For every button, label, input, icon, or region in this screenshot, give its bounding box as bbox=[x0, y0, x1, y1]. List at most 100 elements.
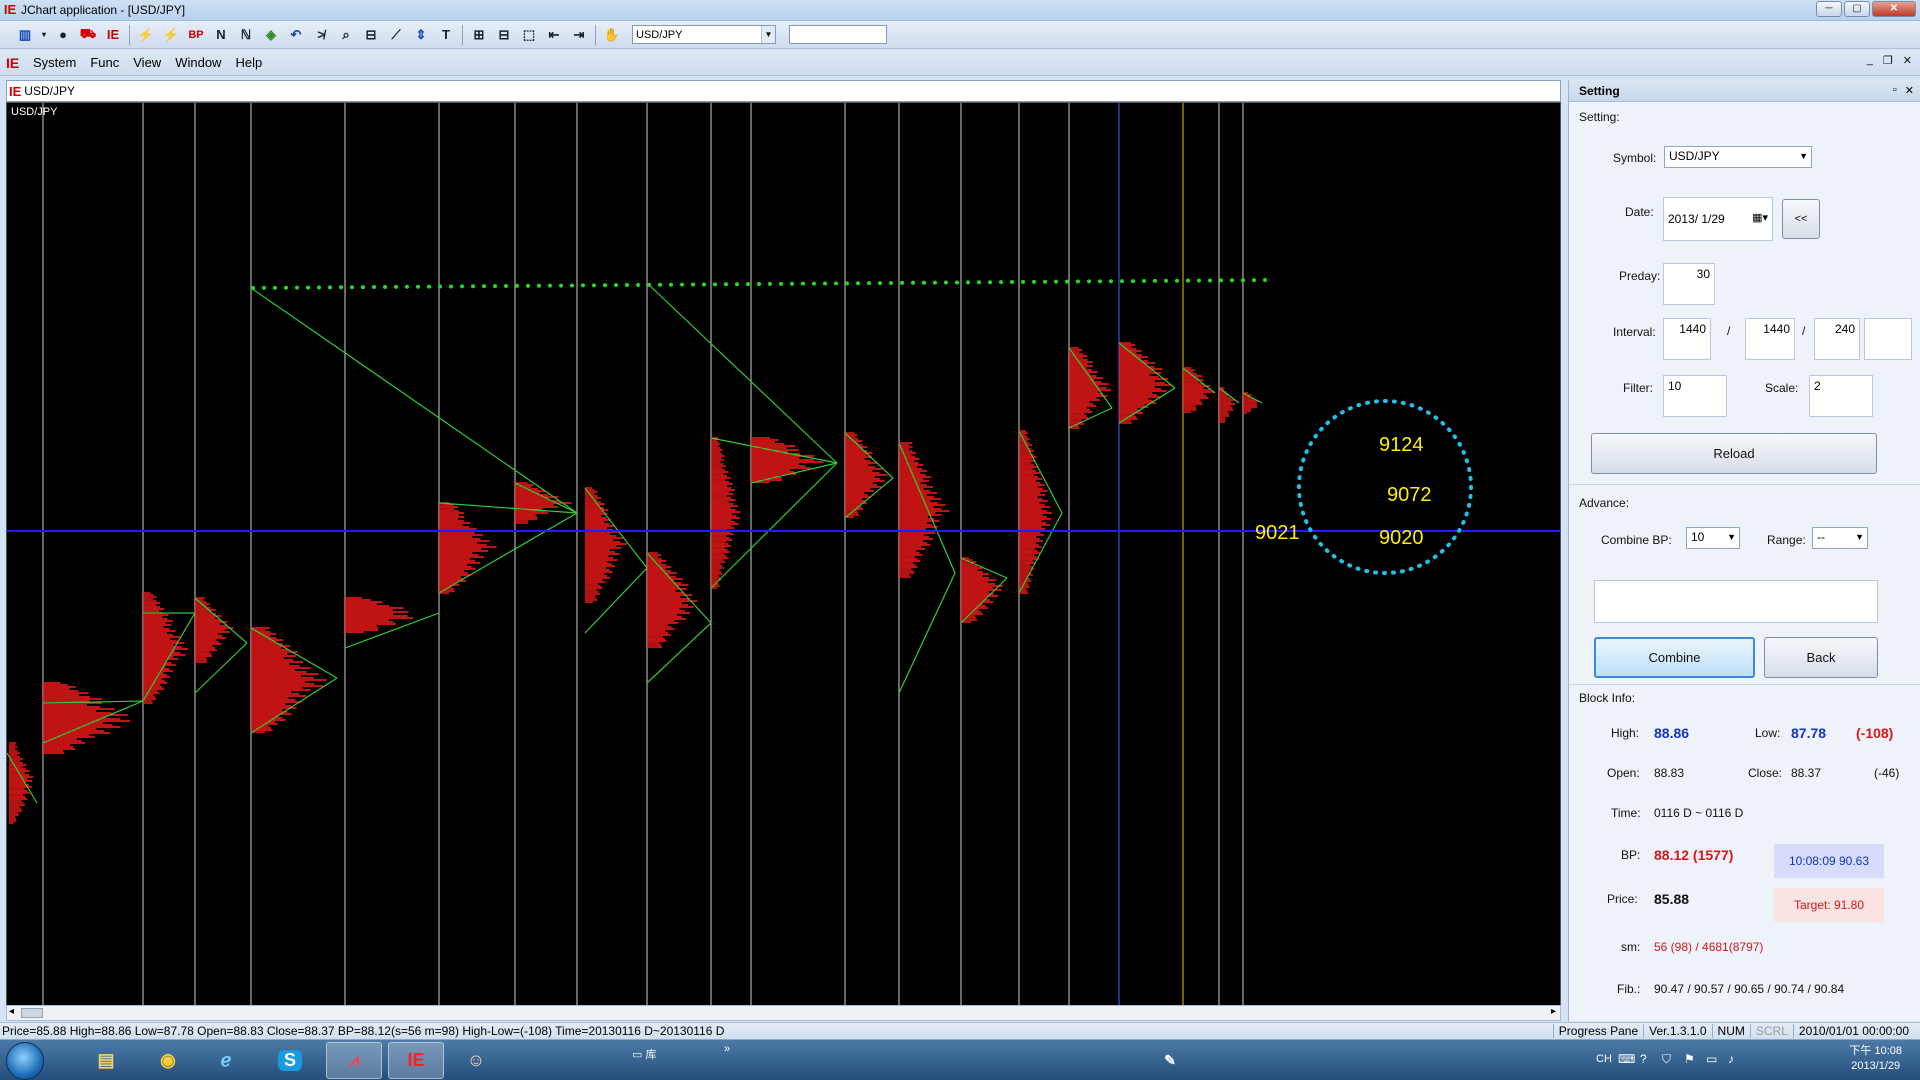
bp-button[interactable]: BP bbox=[185, 24, 207, 46]
n-cursor-icon[interactable]: ℕ bbox=[235, 24, 257, 46]
window-title: JChart application - [USD/JPY] bbox=[21, 3, 186, 17]
calendar-icon[interactable]: ▦▾ bbox=[1752, 211, 1768, 224]
left-icon[interactable]: ⇤ bbox=[543, 24, 565, 46]
combine-bp-dropdown[interactable]: 10 ▼ bbox=[1686, 527, 1740, 549]
range-value: -- bbox=[1817, 530, 1825, 544]
car-icon[interactable]: ⛟ bbox=[77, 24, 99, 46]
hand-icon[interactable]: ✋ bbox=[601, 24, 623, 46]
lightning-icon[interactable]: ⚡ bbox=[135, 24, 157, 46]
toolbar-input[interactable] bbox=[789, 25, 887, 44]
dotted-point bbox=[889, 280, 893, 285]
symbol-select[interactable]: USD/JPY ▼ bbox=[632, 25, 776, 44]
mdi-close-button[interactable]: ✕ bbox=[1903, 54, 1912, 67]
bar-chart-icon[interactable]: ▥ bbox=[14, 24, 36, 46]
n-icon[interactable]: N bbox=[210, 24, 232, 46]
time-value: 0116 D ~ 0116 D bbox=[1654, 806, 1744, 820]
symbol-dropdown[interactable]: USD/JPY ▼ bbox=[1664, 146, 1812, 168]
date-picker[interactable]: 2013/ 1/29 ▦▾ bbox=[1663, 197, 1773, 241]
chart-area[interactable]: USD/JPY 9124 9072 9021 9020 bbox=[6, 102, 1561, 1007]
mdi-restore-button[interactable]: ❐ bbox=[1883, 54, 1893, 67]
flag-icon[interactable]: ⚑ bbox=[1684, 1052, 1695, 1066]
scale-input[interactable]: 2 bbox=[1809, 375, 1873, 417]
select-icon[interactable]: ⬚ bbox=[518, 24, 540, 46]
back-button[interactable]: Back bbox=[1764, 637, 1878, 678]
close-diff: (-46) bbox=[1874, 766, 1900, 780]
right-icon[interactable]: ⇥ bbox=[568, 24, 590, 46]
range-dropdown[interactable]: -- ▼ bbox=[1812, 527, 1868, 549]
zoom-icon[interactable]: ⌕ bbox=[335, 24, 357, 46]
shield-icon[interactable]: ⛉ bbox=[1662, 1052, 1671, 1067]
maximize-button[interactable]: ▢ bbox=[1844, 1, 1870, 17]
ie-logo-app-icon[interactable]: IE bbox=[388, 1042, 444, 1079]
chevron-down-icon: ▼ bbox=[1799, 151, 1808, 161]
status-version: Ver.1.3.1.0 bbox=[1643, 1024, 1711, 1038]
menu-window[interactable]: Window bbox=[168, 55, 228, 70]
skype-icon[interactable]: S bbox=[262, 1042, 318, 1079]
taskbar-more[interactable]: » bbox=[724, 1043, 730, 1055]
keyboard-icon[interactable]: ⌨ bbox=[1618, 1052, 1635, 1066]
menu-func[interactable]: Func bbox=[83, 55, 126, 70]
preday-input[interactable]: 30 bbox=[1663, 263, 1715, 305]
panel-close-icon[interactable]: ✕ bbox=[1905, 84, 1914, 97]
minus-icon[interactable]: ⊟ bbox=[493, 24, 515, 46]
menu-view[interactable]: View bbox=[126, 55, 168, 70]
updown-icon[interactable]: ⇕ bbox=[410, 24, 432, 46]
cube-icon[interactable]: ◈ bbox=[260, 24, 282, 46]
combine-button[interactable]: Combine bbox=[1594, 637, 1755, 678]
interval-input-3[interactable]: 240 bbox=[1814, 318, 1860, 360]
start-button[interactable] bbox=[6, 1042, 44, 1080]
skip-icon[interactable]: ≯ bbox=[310, 24, 332, 46]
clock-date: 2013/1/29 bbox=[1851, 1060, 1901, 1072]
text-icon[interactable]: T bbox=[435, 24, 457, 46]
pen-icon[interactable]: ✎ bbox=[1142, 1042, 1198, 1079]
reload-button[interactable]: Reload bbox=[1591, 433, 1877, 474]
minimize-button[interactable]: ─ bbox=[1816, 1, 1842, 17]
hline-icon[interactable]: ⊟ bbox=[360, 24, 382, 46]
chart-canvas[interactable]: USD/JPY 9124 9072 9021 9020 bbox=[7, 103, 1561, 1007]
input-language[interactable]: CH bbox=[1596, 1053, 1612, 1065]
undo-icon[interactable]: ↶ bbox=[285, 24, 307, 46]
menu-bar: IE System Func View Window Help _ ❐ ✕ bbox=[0, 50, 1920, 76]
toolbar: ▥ ▾ ● ⛟ IE ⚡ ⚡ BP N ℕ ◈ ↶ ≯ ⌕ ⊟ ⟋ ⇕ T ⊞ … bbox=[0, 21, 1920, 49]
clock[interactable]: 下午 10:08 2013/1/29 bbox=[1849, 1044, 1902, 1074]
ie-logo-icon[interactable]: IE bbox=[102, 24, 124, 46]
date-back-button[interactable]: << bbox=[1782, 199, 1820, 239]
menu-help[interactable]: Help bbox=[228, 55, 269, 70]
diagonal-icon[interactable]: ⟋ bbox=[385, 24, 407, 46]
interval-separator: / bbox=[1727, 324, 1731, 338]
interval-input-4[interactable] bbox=[1864, 318, 1912, 360]
interval-input-1[interactable]: 1440 bbox=[1663, 318, 1711, 360]
dotted-point bbox=[482, 284, 486, 289]
ie-icon[interactable]: ℯ bbox=[198, 1042, 254, 1079]
volume-icon[interactable]: ♪ bbox=[1728, 1052, 1734, 1066]
panel-title: Setting bbox=[1579, 83, 1620, 98]
chevron-down-icon[interactable]: ▼ bbox=[761, 26, 775, 43]
explorer-icon[interactable]: ▤ bbox=[78, 1042, 134, 1079]
chart-app-icon[interactable]: ⩘ bbox=[326, 1042, 382, 1079]
library-folder[interactable]: ▭ 库 bbox=[632, 1046, 656, 1062]
mdi-minimize-button[interactable]: _ bbox=[1867, 54, 1873, 67]
close-button[interactable]: ✕ bbox=[1872, 1, 1916, 17]
note-input[interactable] bbox=[1594, 580, 1878, 623]
chart-tab[interactable]: IE USD/JPY bbox=[6, 80, 1561, 102]
level-label-9124: 9124 bbox=[1379, 434, 1424, 456]
menu-system[interactable]: System bbox=[26, 55, 83, 70]
trend-line bbox=[250, 287, 578, 514]
panel-float-icon[interactable]: ▫ bbox=[1893, 84, 1897, 97]
close-value: 88.37 bbox=[1791, 766, 1822, 780]
chrome-icon[interactable]: ◉ bbox=[140, 1042, 196, 1079]
monitor-icon[interactable]: ▭ bbox=[1706, 1052, 1717, 1066]
lightning-red-icon[interactable]: ⚡ bbox=[160, 24, 182, 46]
plus-icon[interactable]: ⊞ bbox=[468, 24, 490, 46]
scroll-thumb[interactable] bbox=[21, 1008, 43, 1018]
horizontal-scrollbar[interactable]: ◂ ▸ bbox=[6, 1005, 1561, 1021]
chevron-down-icon[interactable]: ▾ bbox=[39, 24, 49, 46]
scroll-right-icon[interactable]: ▸ bbox=[1551, 1006, 1556, 1017]
record-icon[interactable]: ● bbox=[52, 24, 74, 46]
scroll-left-icon[interactable]: ◂ bbox=[9, 1006, 14, 1017]
help-icon[interactable]: ? bbox=[1640, 1052, 1647, 1066]
interval-input-2[interactable]: 1440 bbox=[1745, 318, 1795, 360]
users-icon[interactable]: ☺ bbox=[448, 1042, 504, 1079]
filter-input[interactable]: 10 bbox=[1663, 375, 1727, 417]
dotted-point bbox=[1252, 278, 1256, 283]
